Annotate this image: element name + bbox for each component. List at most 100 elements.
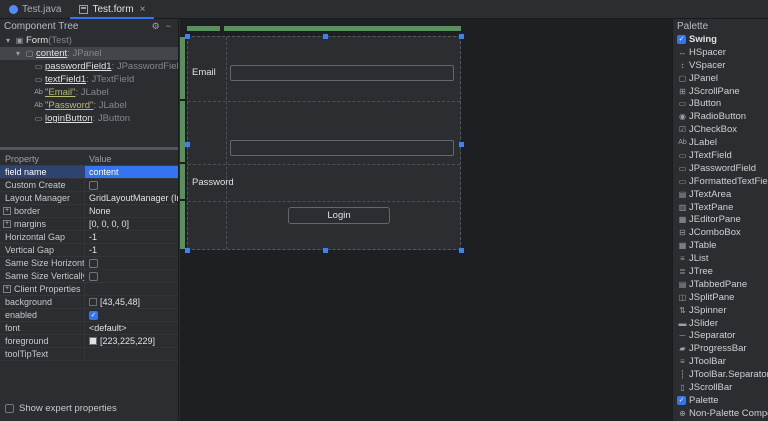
palette-item-jslider[interactable]: ▬ JSlider — [673, 317, 768, 330]
tree-item-email-label[interactable]: Ab "Email" : JLabel — [0, 86, 178, 99]
selection-handle[interactable] — [185, 34, 190, 39]
row-header[interactable] — [180, 201, 185, 249]
designer-login-button[interactable]: Login — [288, 207, 390, 224]
designer-password-field[interactable] — [230, 140, 454, 156]
palette-item-jtextfield[interactable]: ▭ JTextField — [673, 149, 768, 162]
panel-splitter[interactable] — [0, 147, 178, 150]
palette-item-jseparator[interactable]: ─ JSeparator — [673, 329, 768, 342]
property-row-border[interactable]: + border None — [0, 205, 178, 218]
palette-item-hspacer[interactable]: ↔ HSpacer — [673, 46, 768, 59]
palette-item-jradiobutton[interactable]: ◉ JRadioButton — [673, 110, 768, 123]
tree-item-passwordfield1[interactable]: ▭ passwordField1 : JPasswordField — [0, 60, 178, 73]
palette-item-jtextpane[interactable]: ▥ JTextPane — [673, 201, 768, 214]
palette-item-jlist[interactable]: ≡ JList — [673, 252, 768, 265]
property-row-layout-manager[interactable]: Layout Manager GridLayoutManager (In... — [0, 192, 178, 205]
palette-item-jcombobox[interactable]: ⊟ JComboBox — [673, 226, 768, 239]
property-row-background[interactable]: background [43,45,48] — [0, 296, 178, 309]
property-value[interactable]: -1 — [89, 245, 97, 255]
palette-item-jeditorpane[interactable]: ▦ JEditorPane — [673, 213, 768, 226]
checkbox[interactable] — [89, 271, 98, 281]
property-row-client-properties[interactable]: + Client Properties — [0, 283, 178, 296]
property-row-margins[interactable]: + margins [0, 0, 0, 0] — [0, 218, 178, 231]
property-row-field-name[interactable]: field name content — [0, 166, 178, 179]
expand-icon[interactable]: + — [3, 207, 11, 215]
palette-item-jprogressbar[interactable]: ▰ JProgressBar — [673, 342, 768, 355]
checkbox[interactable] — [89, 180, 98, 190]
property-value[interactable]: -1 — [89, 232, 97, 242]
palette-item-jformattedtextfield[interactable]: ▭ JFormattedTextField — [673, 175, 768, 188]
tree-item-password-label[interactable]: Ab "Password" : JLabel — [0, 99, 178, 112]
chevron-down-icon[interactable]: ▾ — [13, 49, 23, 58]
tab-test-form[interactable]: Test.form × — [70, 0, 155, 19]
column-header[interactable] — [187, 26, 220, 31]
row-header[interactable] — [180, 37, 185, 99]
gear-icon[interactable]: ⚙ — [149, 21, 163, 32]
designer-password-label[interactable]: Password — [192, 177, 234, 189]
palette-item-jscrollpane[interactable]: ⊞ JScrollPane — [673, 85, 768, 98]
property-row-custom-create[interactable]: Custom Create — [0, 179, 178, 192]
property-row-enabled[interactable]: enabled ✓ — [0, 309, 178, 322]
palette-item-jpasswordfield[interactable]: ▭ JPasswordField — [673, 162, 768, 175]
selection-handle[interactable] — [323, 248, 328, 253]
color-swatch[interactable] — [89, 298, 97, 306]
checkbox[interactable]: ✓ — [89, 310, 98, 320]
palette-item-jcheckbox[interactable]: ☑ JCheckBox — [673, 123, 768, 136]
selection-handle[interactable] — [459, 34, 464, 39]
selection-handle[interactable] — [459, 142, 464, 147]
property-value[interactable]: None — [89, 206, 111, 216]
property-value[interactable]: [43,45,48] — [100, 297, 140, 307]
property-value[interactable]: [223,225,229] — [100, 336, 155, 346]
tree-item-loginbutton[interactable]: ▭ loginButton : JButton — [0, 112, 178, 125]
color-swatch[interactable] — [89, 337, 97, 345]
checkbox[interactable] — [5, 404, 14, 413]
palette-item-jtabbedpane[interactable]: ▤ JTabbedPane — [673, 278, 768, 291]
palette-item-jtoolbar[interactable]: ≡ JToolBar — [673, 355, 768, 368]
property-row-same-size-vertically[interactable]: Same Size Vertically — [0, 270, 178, 283]
palette-item-jtree[interactable]: ≣ JTree — [673, 265, 768, 278]
property-row-tooltiptext[interactable]: toolTipText — [0, 348, 178, 361]
selection-handle[interactable] — [185, 248, 190, 253]
palette-item-jtextarea[interactable]: ▤ JTextArea — [673, 188, 768, 201]
expand-icon[interactable]: + — [3, 220, 11, 228]
close-icon[interactable]: × — [140, 4, 146, 15]
checkbox[interactable]: ✓ — [677, 395, 686, 405]
expand-icon[interactable]: + — [3, 285, 11, 293]
selection-handle[interactable] — [459, 248, 464, 253]
selection-handle[interactable] — [323, 34, 328, 39]
palette-item-jspinner[interactable]: ⇅ JSpinner — [673, 304, 768, 317]
column-header[interactable] — [224, 26, 461, 31]
checkbox[interactable] — [89, 258, 98, 268]
minimize-icon[interactable]: − — [163, 21, 174, 31]
row-header[interactable] — [180, 101, 185, 162]
property-row-same-size-horizontally[interactable]: Same Size Horizontally — [0, 257, 178, 270]
checkbox[interactable]: ✓ — [677, 34, 686, 44]
palette-item-jtable[interactable]: ▦ JTable — [673, 239, 768, 252]
tree-item-content[interactable]: ▾ ▢ content : JPanel — [0, 47, 178, 60]
tab-test-java[interactable]: Test.java — [0, 0, 70, 18]
property-value[interactable]: [0, 0, 0, 0] — [89, 219, 129, 229]
row-header[interactable] — [180, 164, 185, 199]
property-row-font[interactable]: font <default> — [0, 322, 178, 335]
property-value[interactable]: content — [89, 167, 119, 177]
palette-group-swing[interactable]: ✓ Swing — [673, 33, 768, 46]
palette-item-jbutton[interactable]: ▭ JButton — [673, 97, 768, 110]
property-value[interactable]: GridLayoutManager (In... — [89, 193, 178, 203]
designer-email-label[interactable]: Email — [192, 67, 216, 79]
palette-item-vspacer[interactable]: ↕ VSpacer — [673, 59, 768, 72]
tree-item-form[interactable]: ▾ ▣ Form (Test) — [0, 34, 178, 47]
property-row-horizontal-gap[interactable]: Horizontal Gap -1 — [0, 231, 178, 244]
form-designer-canvas[interactable]: Email Password Login — [180, 19, 672, 421]
palette-item-jsplitpane[interactable]: ◫ JSplitPane — [673, 291, 768, 304]
chevron-down-icon[interactable]: ▾ — [3, 36, 13, 45]
selection-handle[interactable] — [185, 142, 190, 147]
palette-item-palette[interactable]: ✓ Palette — [673, 394, 768, 407]
property-row-foreground[interactable]: foreground [223,225,229] — [0, 335, 178, 348]
property-value[interactable]: <default> — [89, 323, 127, 333]
designer-text-field[interactable] — [230, 65, 454, 81]
palette-item-jlabel[interactable]: Ab JLabel — [673, 136, 768, 149]
tree-item-textfield1[interactable]: ▭ textField1 : JTextField — [0, 73, 178, 86]
palette-item-jtoolbar-separator[interactable]: ┆ JToolBar.Separator — [673, 368, 768, 381]
show-expert-properties[interactable]: Show expert properties — [5, 403, 117, 414]
palette-item-non-palette-component[interactable]: ⊕Non-Palette Component — [673, 407, 768, 420]
palette-item-jpanel[interactable]: ▢ JPanel — [673, 72, 768, 85]
